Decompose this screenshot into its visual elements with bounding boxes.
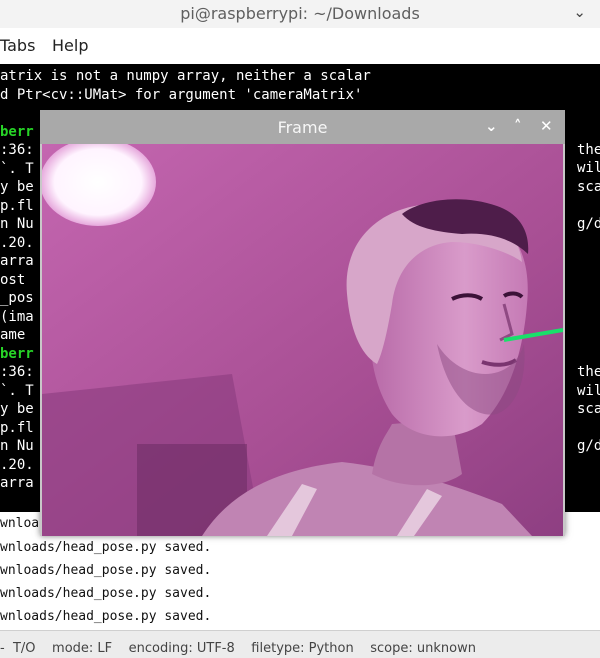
output-line: wnloads/head_pose.py saved. <box>0 586 212 601</box>
terminal-title: pi@raspberrypi: ~/Downloads <box>180 4 420 23</box>
minimize-icon[interactable]: ⌄ <box>485 117 498 135</box>
terminal-titlebar: pi@raspberrypi: ~/Downloads ⌄ <box>0 0 600 28</box>
camera-frame-image <box>42 144 563 536</box>
menu-tabs[interactable]: Tabs <box>0 36 35 55</box>
output-line: wnloa <box>0 516 40 531</box>
terminal-line-fragment: wil <box>577 160 600 176</box>
terminal-line-fragment: scal <box>577 401 600 417</box>
terminal-line: arra <box>0 253 34 269</box>
terminal-line-fragment: scal <box>577 179 600 195</box>
terminal-line: atrix is not a numpy array, neither a sc… <box>0 68 371 84</box>
terminal-line: :36: <box>0 364 34 380</box>
terminal-line: berr <box>0 123 34 140</box>
terminal-line: ame <box>0 327 34 343</box>
terminal-line: arra <box>0 475 34 491</box>
terminal-line: p.fl <box>0 419 34 436</box>
terminal-line: y be <box>0 179 34 195</box>
status-text: - T/O mode: LF encoding: UTF-8 filetype:… <box>0 641 476 656</box>
terminal-line: :36: <box>0 142 34 158</box>
terminal-line: `. T <box>0 160 34 177</box>
terminal-menubar: Tabs Help <box>0 28 600 64</box>
terminal-line: y be <box>0 401 34 417</box>
terminal-line-fragment: wil <box>577 383 600 399</box>
terminal-line: _pos <box>0 290 34 306</box>
output-line: wnloads/head_pose.py saved. <box>0 540 212 555</box>
output-line: wnloads/head_pose.py saved. <box>0 563 212 578</box>
terminal-line-fragment: the <box>577 364 600 380</box>
close-icon[interactable]: ✕ <box>540 117 553 135</box>
terminal-line-fragment: g/de <box>577 438 600 454</box>
output-line: wnloads/head_pose.py saved. <box>0 609 212 624</box>
chevron-down-icon[interactable]: ⌄ <box>573 3 586 21</box>
status-bar: - T/O mode: LF encoding: UTF-8 filetype:… <box>0 630 600 658</box>
menu-help[interactable]: Help <box>52 36 88 55</box>
terminal-line: n Nu <box>0 438 34 454</box>
terminal-line: berr <box>0 345 34 362</box>
terminal-line: d Ptr<cv::UMat> for argument 'cameraMatr… <box>0 86 363 103</box>
terminal-line: (ima <box>0 308 34 325</box>
frame-window[interactable]: Frame ⌄ ˄ ✕ <box>40 110 565 536</box>
frame-titlebar[interactable]: Frame ⌄ ˄ ✕ <box>40 110 565 144</box>
terminal-line-fragment: g/de <box>577 216 600 232</box>
maximize-icon[interactable]: ˄ <box>514 117 522 135</box>
terminal-line: `. T <box>0 382 34 399</box>
terminal-line: ost <box>0 271 34 288</box>
terminal-line: .20. <box>0 234 34 251</box>
terminal-line-fragment: the <box>577 142 600 158</box>
camera-scene <box>42 144 563 536</box>
terminal-line: .20. <box>0 456 34 473</box>
terminal-line: n Nu <box>0 216 34 232</box>
terminal-line: p.fl <box>0 197 34 214</box>
